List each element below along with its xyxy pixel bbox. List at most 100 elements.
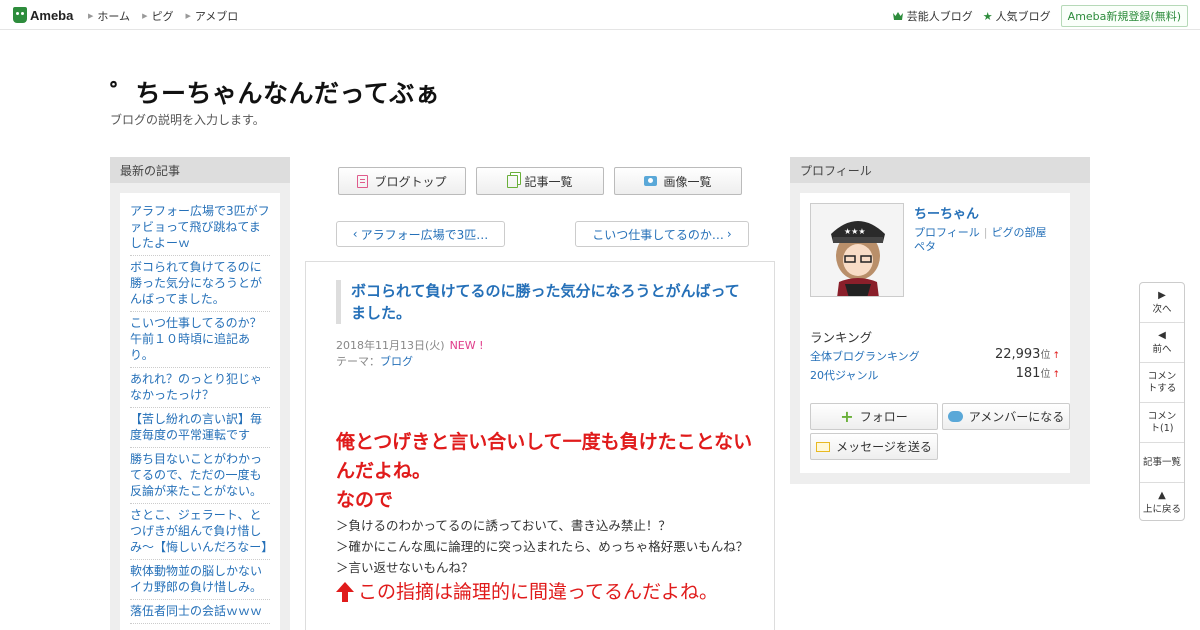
next-article-button[interactable]: こいつ仕事してるのか… › bbox=[575, 221, 749, 247]
pig-room-link[interactable]: ピグの部屋 bbox=[992, 226, 1047, 239]
list-item[interactable]: あれれ？のっとり犯じゃなかったっけ？ bbox=[130, 368, 270, 408]
register-button[interactable]: Ameba新規登録(無料) bbox=[1060, 5, 1188, 27]
list-item[interactable]: さとこ、ジェラート、とつげきが組んで負け惜しみ～【悔しいんだろなー】 bbox=[130, 504, 273, 560]
follow-label: フォロー bbox=[859, 410, 908, 424]
latest-articles-heading: 最新の記事 bbox=[110, 157, 290, 183]
top-nav: ▶ ホーム ▶ ピグ ▶ アメブロ bbox=[88, 8, 250, 24]
tab-article-list[interactable]: 記事一覧 bbox=[476, 167, 604, 195]
svg-text:★★★: ★★★ bbox=[844, 227, 866, 236]
camera-icon bbox=[644, 176, 658, 186]
list-item[interactable]: 軟体動物並の脳しかないイカ野郎の負け惜しみ。 bbox=[130, 560, 270, 600]
article-date: 2018年11月13日(火) bbox=[336, 339, 445, 352]
list-item[interactable]: 【苦し紛れの言い訳】毎度毎度の平常運転です bbox=[130, 408, 270, 448]
ranking-all-link[interactable]: 全体ブログランキング bbox=[810, 350, 920, 363]
nav-label: ピグ bbox=[151, 10, 174, 23]
popular-blog-label: 人気ブログ bbox=[995, 10, 1051, 23]
amember-icon bbox=[947, 411, 963, 422]
prev-article-button[interactable]: ‹ アラフォー広場で3匹… bbox=[336, 221, 505, 247]
article-quote: ＞言い返せないもんね？ bbox=[336, 560, 474, 575]
tab-label: ブログトップ bbox=[374, 174, 447, 189]
documents-icon bbox=[507, 174, 519, 188]
up-arrow-icon bbox=[336, 582, 354, 602]
arrow-up-icon: ↑ bbox=[1052, 351, 1060, 361]
list-item[interactable]: ボコられて負けてるのに勝った気分になろうとがんばってました。 bbox=[130, 256, 270, 312]
profile-heading: プロフィール bbox=[790, 157, 1090, 183]
separator: | bbox=[983, 226, 988, 239]
chevron-left-icon: ‹ bbox=[352, 227, 358, 241]
ranking-genre-link[interactable]: 20代ジャンル bbox=[810, 369, 878, 382]
next-button[interactable]: ▶ 次へ bbox=[1140, 283, 1184, 323]
message-button[interactable]: メッセージを送る bbox=[810, 433, 938, 460]
article-red-text: なので bbox=[336, 489, 394, 511]
popular-blog-link[interactable]: ★ 人気ブログ bbox=[983, 8, 1051, 24]
comment-write-label: コメントする bbox=[1147, 370, 1177, 394]
ranking-row-genre: 20代ジャンル 181位 ↑ bbox=[810, 366, 1060, 383]
nav-item-pigg[interactable]: ▶ ピグ bbox=[142, 8, 173, 24]
profile-panel: プロフィール ★★★ ちーちゃん プロフィール | ピグの部屋 ペタ ランキング 全… bbox=[790, 157, 1090, 484]
nav-item-home[interactable]: ▶ ホーム bbox=[88, 8, 130, 24]
follow-button[interactable]: + フォロー bbox=[810, 403, 938, 430]
document-icon bbox=[357, 174, 369, 188]
theme-label: テーマ： bbox=[336, 355, 380, 368]
article-list-button[interactable]: 記事一覧 bbox=[1140, 443, 1184, 483]
blog-title[interactable]: ゜ちーちゃんなんだってぶぁ bbox=[110, 74, 440, 110]
avatar-image: ★★★ bbox=[811, 204, 903, 296]
tab-label: 記事一覧 bbox=[524, 174, 573, 189]
comment-write-button[interactable]: コメントする bbox=[1140, 363, 1184, 403]
next-label: 次へ bbox=[1152, 303, 1172, 315]
latest-articles-panel: 最新の記事 アラフォー広場で3匹がファビョって飛び跳ねてましたよーｗ ボコられて… bbox=[110, 157, 290, 630]
play-right-icon: ▶ bbox=[1158, 289, 1166, 301]
prev-article-label: アラフォー広場で3匹… bbox=[360, 227, 489, 242]
new-badge: NEW ! bbox=[449, 339, 484, 352]
amember-button[interactable]: アメンバーになる bbox=[942, 403, 1070, 430]
article-red-note-text: この指摘は論理的に間違ってるんだよね。 bbox=[358, 581, 719, 603]
back-to-top-label: 上に戻る bbox=[1142, 504, 1181, 515]
list-item[interactable]: こいつ仕事してるのか？ 午前１０時頃に追記あり。 bbox=[130, 312, 274, 368]
top-right-links: 芸能人ブログ ★ 人気ブログ Ameba新規登録(無料) bbox=[892, 5, 1188, 27]
tab-label: 画像一覧 bbox=[663, 174, 712, 189]
ranking-heading: ランキング bbox=[810, 330, 873, 345]
ameba-logo[interactable]: Ameba bbox=[13, 6, 73, 24]
theme-link[interactable]: ブログ bbox=[380, 355, 413, 368]
tab-image-list[interactable]: 画像一覧 bbox=[614, 167, 742, 195]
article-theme: テーマ：ブログ bbox=[336, 353, 413, 369]
nav-label: ホーム bbox=[97, 10, 131, 23]
article-quote: ＞確かにこんな風に論理的に突っ込まれたら、めっちゃ格好悪いもんね？ bbox=[336, 539, 749, 554]
tab-blog-top[interactable]: ブログトップ bbox=[338, 167, 466, 195]
chevron-right-icon: › bbox=[726, 227, 732, 241]
ranking-all-value: 22,993位 ↑ bbox=[994, 347, 1060, 362]
article-title[interactable]: ボコられて負けてるのに勝った気分になろうとがんばってました。 bbox=[336, 280, 746, 324]
amember-label: アメンバーになる bbox=[968, 410, 1065, 424]
list-item[interactable]: アラフォー広場で3匹がファビョって飛び跳ねてましたよーｗ bbox=[130, 200, 270, 256]
nav-label: アメブロ bbox=[194, 10, 239, 23]
plus-icon: + bbox=[840, 407, 854, 426]
caret-right-icon: ▶ bbox=[142, 12, 148, 20]
celebrity-blog-link[interactable]: 芸能人ブログ bbox=[892, 8, 973, 24]
floating-side-nav: ▶ 次へ ◀ 前へ コメントする コメント(1) 記事一覧 ▲ 上に戻る bbox=[1139, 282, 1185, 521]
profile-box: ★★★ ちーちゃん プロフィール | ピグの部屋 ペタ ランキング 全体ブログランキ… bbox=[800, 193, 1070, 473]
play-left-icon: ◀ bbox=[1158, 329, 1166, 341]
peta-link[interactable]: ペタ bbox=[914, 238, 936, 254]
nav-item-ameblo[interactable]: ▶ アメブロ bbox=[185, 8, 238, 24]
ameba-logo-icon bbox=[13, 7, 27, 23]
article-quote: ＞負けるのわかってるのに誘っておいて、書き込み禁止！？ bbox=[336, 518, 671, 533]
profile-name[interactable]: ちーちゃん bbox=[914, 203, 979, 222]
list-item[interactable]: 落伍者同士の会話ｗｗｗ bbox=[130, 600, 270, 624]
list-item[interactable]: 勝ち目ないことがわかってるので、ただの一度も反論が来たことがない。 bbox=[130, 448, 270, 504]
article: ボコられて負けてるのに勝った気分になろうとがんばってました。 2018年11月1… bbox=[305, 261, 775, 630]
article-body: 俺とつげきと言い合いして一度も負けたことないんだよね。 なので ＞負けるのわかっ… bbox=[336, 428, 756, 606]
logo-text: Ameba bbox=[30, 7, 74, 23]
star-icon: ★ bbox=[982, 9, 993, 23]
comments-button[interactable]: コメント(1) bbox=[1140, 403, 1184, 443]
prev-button[interactable]: ◀ 前へ bbox=[1140, 323, 1184, 363]
next-article-label: こいつ仕事してるのか… bbox=[592, 227, 724, 242]
blog-description: ブログの説明を入力します。 bbox=[110, 113, 265, 127]
arrow-up-icon: ↑ bbox=[1052, 370, 1060, 380]
ranking-genre-value: 181位 ↑ bbox=[1015, 366, 1060, 381]
back-to-top-button[interactable]: ▲ 上に戻る bbox=[1140, 483, 1184, 523]
triangle-up-icon: ▲ bbox=[1158, 490, 1166, 501]
mail-icon bbox=[816, 441, 831, 452]
avatar[interactable]: ★★★ bbox=[810, 203, 904, 297]
latest-articles-list: アラフォー広場で3匹がファビョって飛び跳ねてましたよーｗ ボコられて負けてるのに… bbox=[120, 193, 280, 630]
article-meta: 2018年11月13日(火) NEW ! bbox=[336, 337, 484, 353]
